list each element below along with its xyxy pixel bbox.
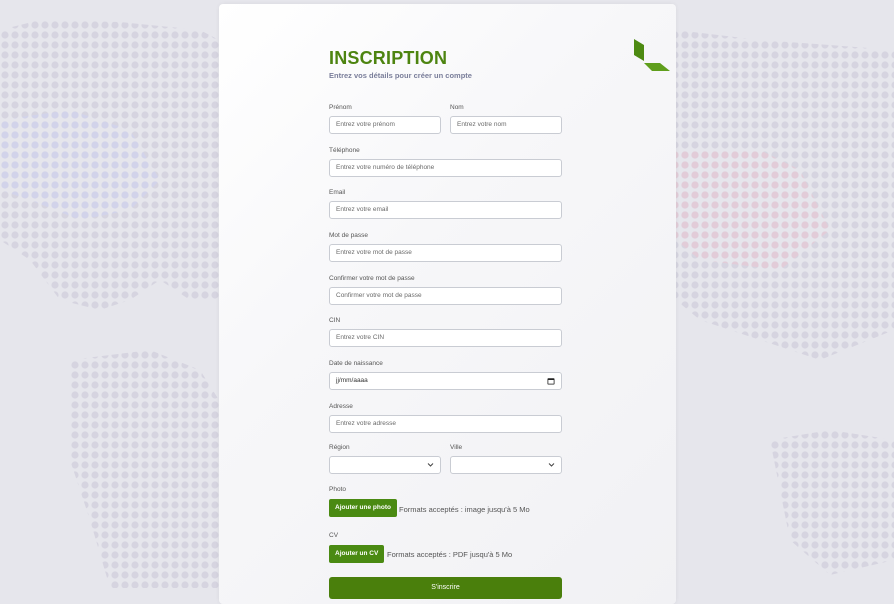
password-input[interactable]: Entrez votre mot de passe bbox=[329, 244, 562, 262]
ville-select[interactable] bbox=[450, 456, 562, 474]
logo-icon bbox=[634, 39, 670, 71]
registration-card: INSCRIPTION Entrez vos détails pour crée… bbox=[219, 4, 676, 604]
birthdate-input[interactable]: jj/mm/aaaa bbox=[329, 372, 562, 390]
birthdate-label: Date de naissance bbox=[329, 360, 383, 367]
confirm-password-label: Confirmer votre mot de passe bbox=[329, 275, 415, 282]
cin-label: CIN bbox=[329, 317, 341, 324]
cv-label: CV bbox=[329, 532, 339, 539]
submit-button[interactable]: S'inscrire bbox=[329, 577, 562, 599]
calendar-icon[interactable] bbox=[547, 377, 555, 385]
add-photo-button[interactable]: Ajouter une photo bbox=[329, 499, 397, 517]
nom-label: Nom bbox=[450, 104, 464, 111]
nom-input[interactable]: Entrez votre nom bbox=[450, 116, 562, 134]
add-cv-button[interactable]: Ajouter un CV bbox=[329, 545, 385, 563]
password-label: Mot de passe bbox=[329, 232, 369, 239]
email-label: Email bbox=[329, 189, 346, 196]
photo-hint: Formats acceptés : image jusqu'à 5 Mo bbox=[399, 505, 530, 514]
chevron-down-icon bbox=[548, 463, 555, 467]
cin-input[interactable]: Entrez votre CIN bbox=[329, 329, 562, 347]
address-input[interactable]: Entrez votre adresse bbox=[329, 415, 562, 433]
confirm-password-input[interactable]: Confirmer votre mot de passe bbox=[329, 287, 562, 305]
address-label: Adresse bbox=[329, 403, 353, 410]
email-input[interactable]: Entrez votre email bbox=[329, 201, 562, 219]
page-subtitle: Entrez vos détails pour créer un compte bbox=[329, 71, 472, 80]
chevron-down-icon bbox=[427, 463, 434, 467]
prenom-input[interactable]: Entrez votre prénom bbox=[329, 116, 441, 134]
region-label: Région bbox=[329, 444, 350, 451]
birthdate-placeholder: jj/mm/aaaa bbox=[336, 377, 368, 384]
ville-label: Ville bbox=[450, 444, 463, 451]
cv-hint: Formats acceptés : PDF jusqu'à 5 Mo bbox=[387, 550, 513, 559]
page-title: INSCRIPTION bbox=[329, 48, 448, 68]
photo-label: Photo bbox=[329, 486, 346, 493]
telephone-input[interactable]: Entrez votre numéro de téléphone bbox=[329, 159, 562, 177]
prenom-label: Prénom bbox=[329, 104, 352, 111]
region-select[interactable] bbox=[329, 456, 441, 474]
telephone-label: Téléphone bbox=[329, 147, 360, 154]
